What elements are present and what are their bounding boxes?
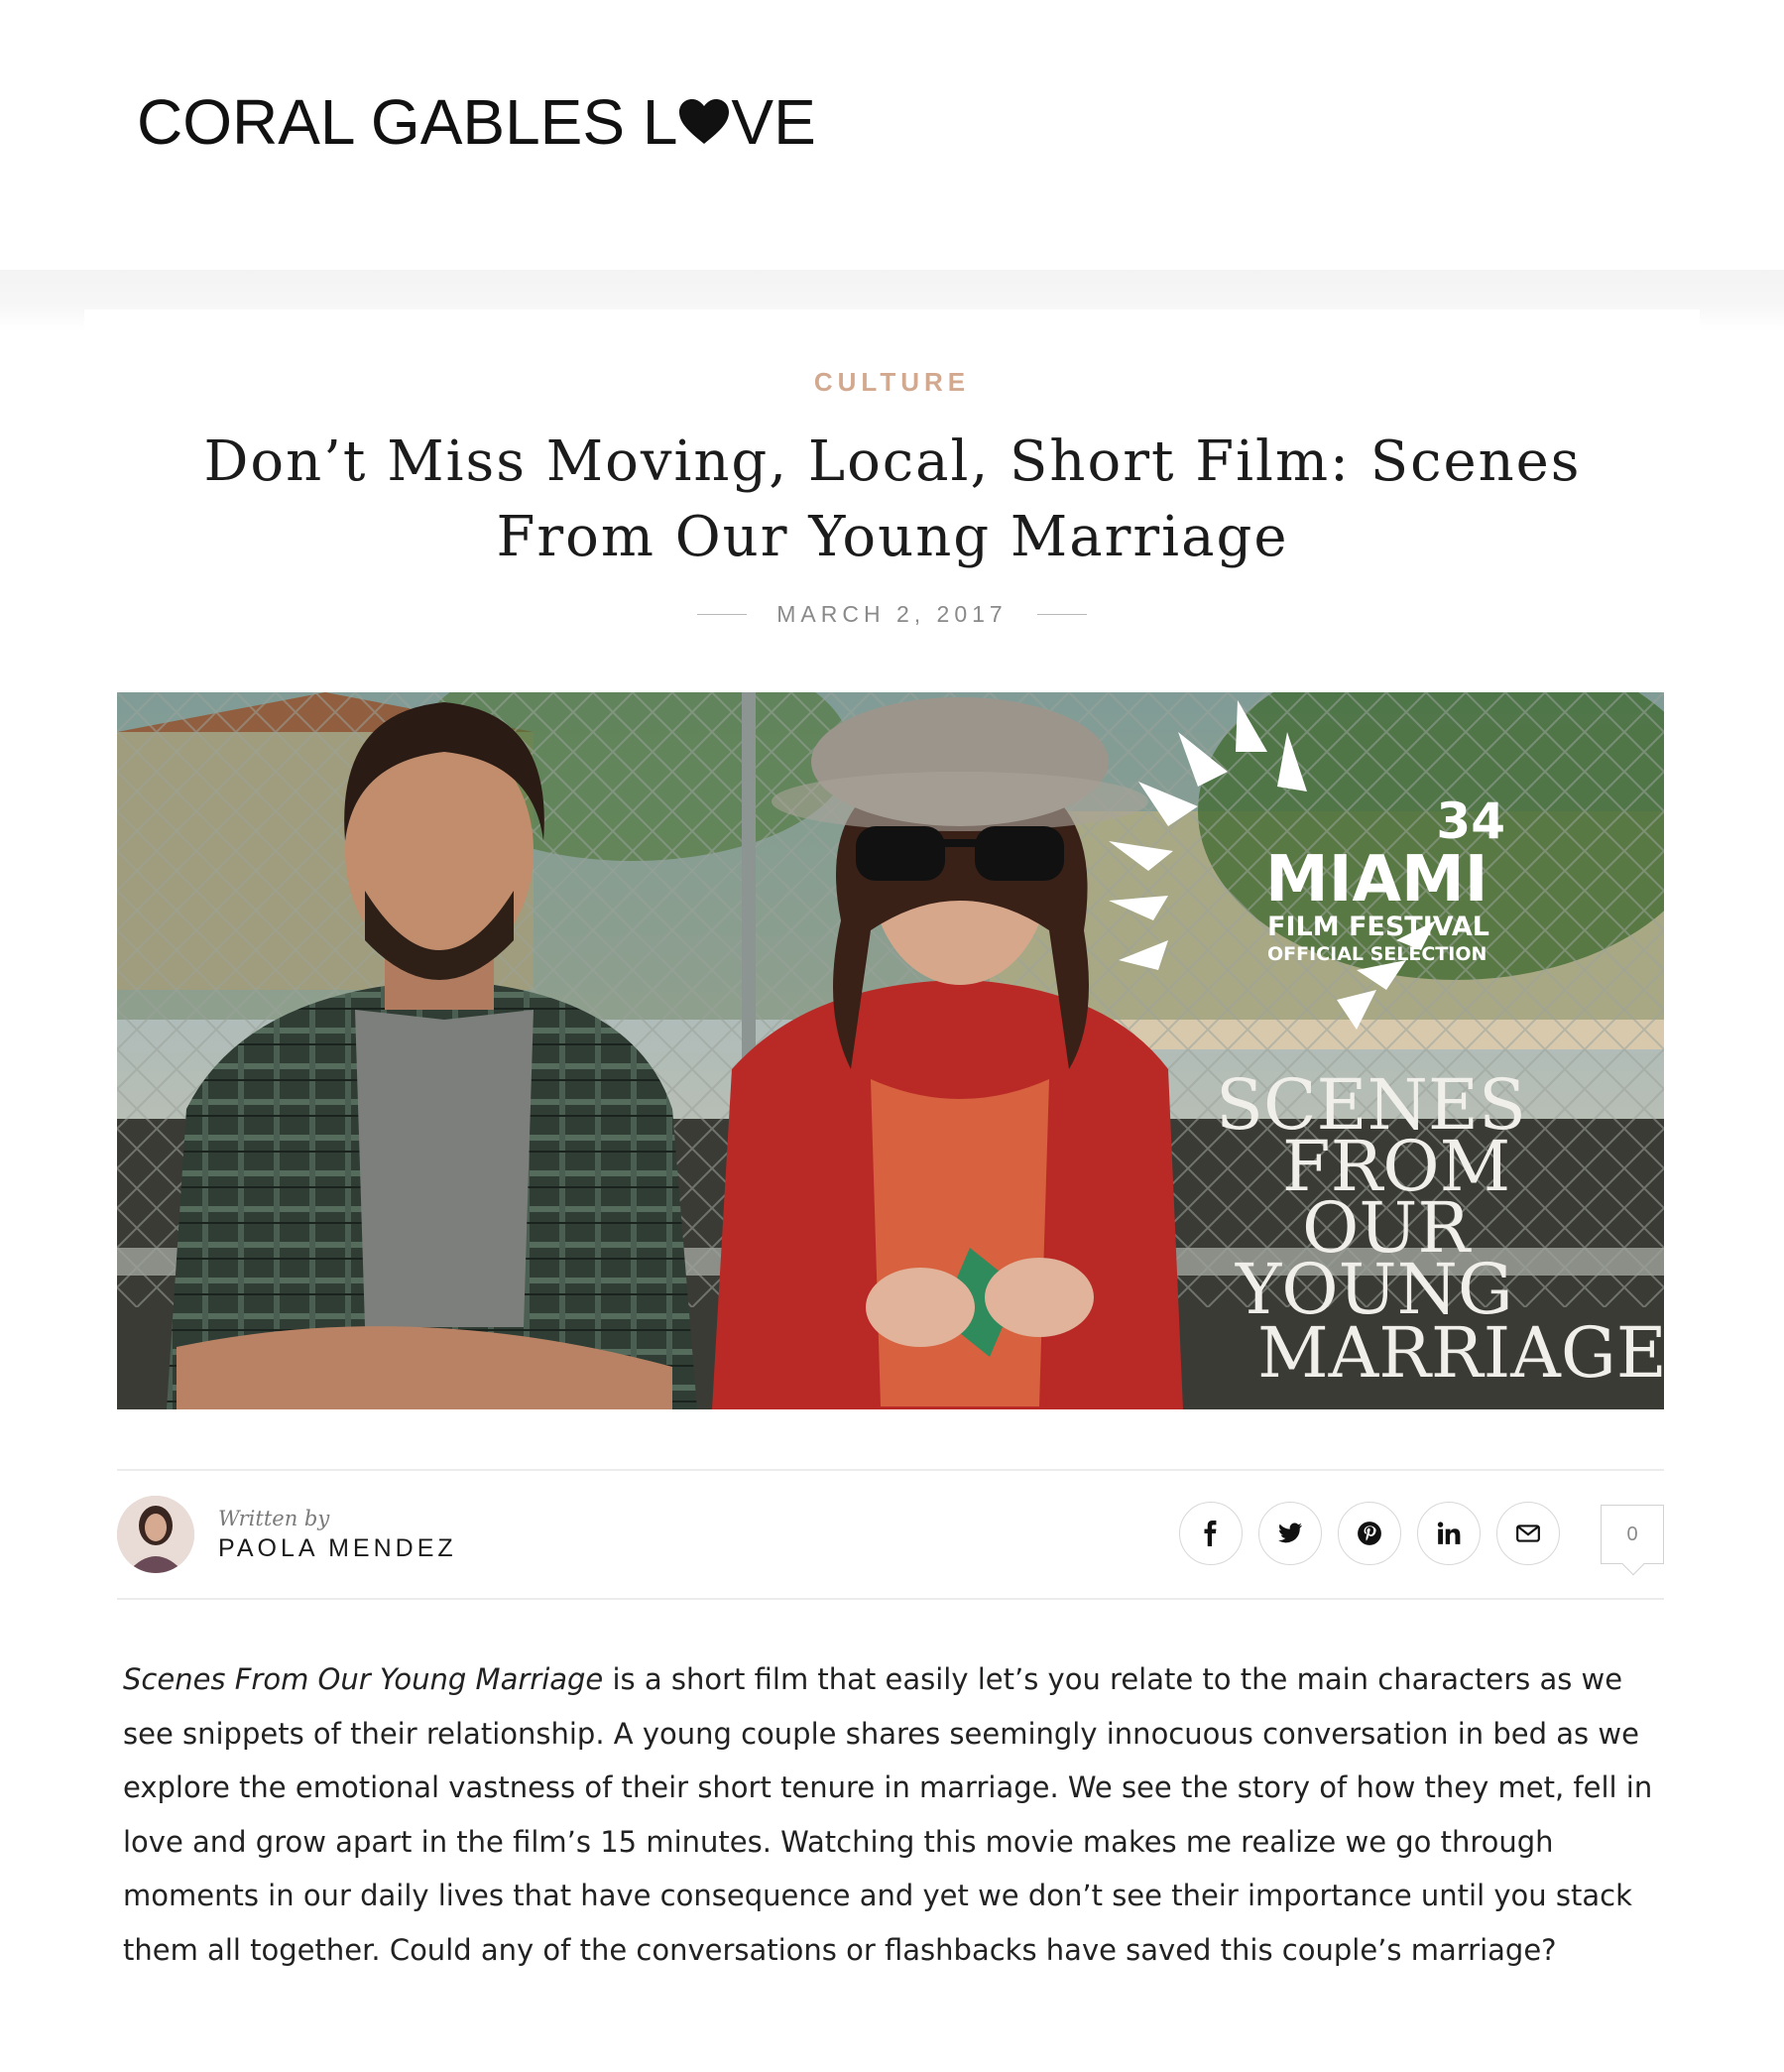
avatar-portrait [117, 1496, 194, 1573]
festival-subtitle: FILM FESTIVAL [1267, 912, 1489, 942]
date-rule-left [697, 614, 748, 615]
divider-top [117, 1469, 1664, 1471]
post-title: Don’t Miss Moving, Local, Short Film: Sc… [203, 429, 1582, 569]
post-date: MARCH 2, 2017 [0, 601, 1784, 628]
festival-name: MIAMI [1265, 843, 1488, 916]
share-linkedin-button[interactable] [1417, 1502, 1481, 1565]
logo-text-right: VE [731, 86, 816, 158]
hero-image: 34 MIAMI FILM FESTIVAL OFFICIAL SELECTIO… [117, 692, 1664, 1409]
post-category[interactable]: CULTURE [0, 367, 1784, 398]
twitter-icon [1278, 1523, 1302, 1543]
site-logo[interactable]: CORAL GABLES L VE [137, 85, 816, 159]
heart-icon [679, 99, 730, 144]
share-pinterest-button[interactable] [1338, 1502, 1401, 1565]
author-text: Written by PAOLA MENDEZ [218, 1507, 457, 1563]
festival-selection: OFFICIAL SELECTION [1267, 943, 1487, 965]
date-rule-right [1036, 614, 1087, 615]
body-paragraph: is a short film that easily let’s you re… [123, 1662, 1653, 1967]
site-header: CORAL GABLES L VE [0, 0, 1784, 270]
film-still: 34 MIAMI FILM FESTIVAL OFFICIAL SELECTIO… [117, 692, 1664, 1409]
author-block: Written by PAOLA MENDEZ [117, 1496, 457, 1573]
share-email-button[interactable] [1496, 1502, 1560, 1565]
comment-count-button[interactable]: 0 [1601, 1505, 1664, 1576]
date-text: MARCH 2, 2017 [776, 601, 1008, 627]
author-name[interactable]: PAOLA MENDEZ [218, 1534, 457, 1563]
divider-bottom [117, 1598, 1664, 1600]
article-body: Scenes From Our Young Marriage is a shor… [123, 1652, 1670, 1977]
written-by-label: Written by [218, 1506, 330, 1530]
festival-number: 34 [1436, 792, 1505, 850]
facebook-icon [1204, 1521, 1217, 1546]
pinterest-icon [1358, 1522, 1381, 1545]
film-title-line-5: MARRIAGE [1257, 1312, 1664, 1394]
share-facebook-button[interactable] [1179, 1502, 1243, 1565]
share-twitter-button[interactable] [1258, 1502, 1322, 1565]
comment-count: 0 [1626, 1523, 1638, 1545]
email-icon [1516, 1524, 1540, 1542]
avatar[interactable] [117, 1496, 194, 1573]
share-buttons [1179, 1502, 1576, 1565]
linkedin-icon [1437, 1522, 1461, 1544]
film-title-italic: Scenes From Our Young Marriage [123, 1662, 604, 1696]
logo-text-left: CORAL GABLES L [137, 86, 678, 158]
